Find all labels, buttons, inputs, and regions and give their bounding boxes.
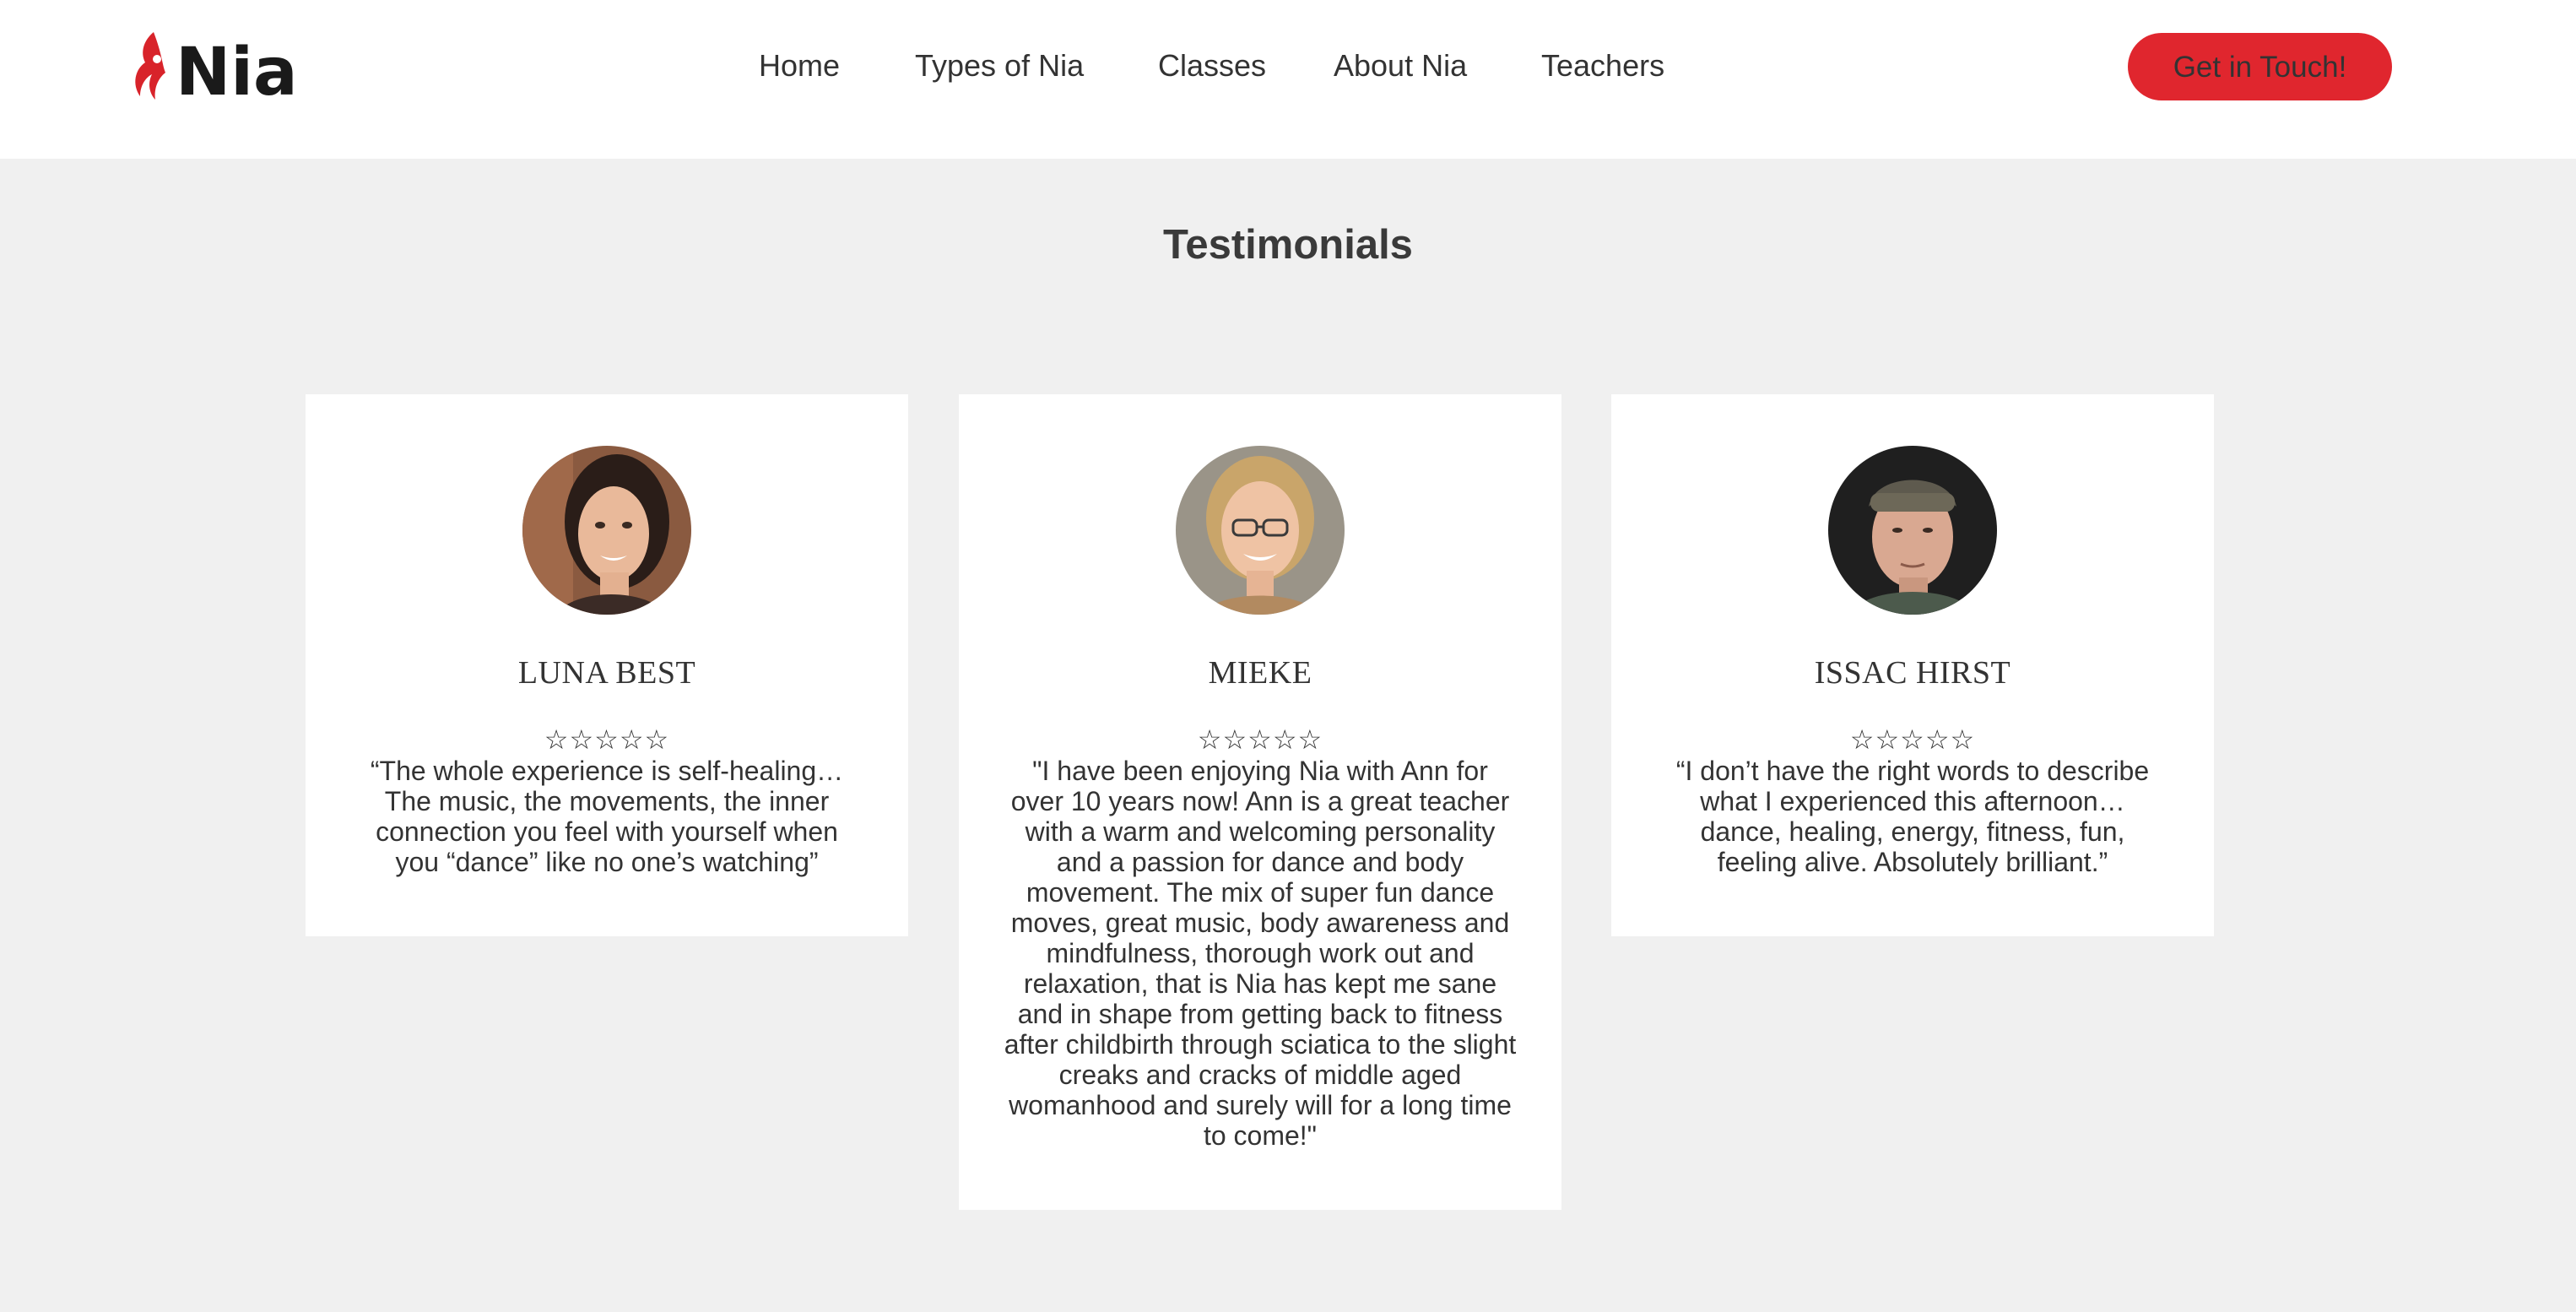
avatar bbox=[522, 446, 691, 615]
woman-with-glasses-portrait-icon bbox=[1176, 446, 1345, 615]
nav-types-of-nia[interactable]: Types of Nia bbox=[915, 46, 1084, 86]
avatar bbox=[1828, 446, 1997, 615]
nav-home[interactable]: Home bbox=[759, 46, 840, 86]
testimonial-quote: “I don’t have the right words to describ… bbox=[1675, 756, 2150, 877]
rating-stars: ☆☆☆☆☆ bbox=[1197, 724, 1323, 756]
testimonial-card: MIEKE ☆☆☆☆☆ "I have been enjoying Nia wi… bbox=[959, 394, 1561, 1210]
testimonial-card: ISSAC HIRST ☆☆☆☆☆ “I don’t have the righ… bbox=[1611, 394, 2214, 936]
rating-stars: ☆☆☆☆☆ bbox=[544, 724, 670, 756]
man-with-cap-portrait-icon bbox=[1828, 446, 1997, 615]
nav-classes[interactable]: Classes bbox=[1158, 46, 1266, 86]
get-in-touch-button[interactable]: Get in Touch! bbox=[2128, 33, 2392, 100]
testimonial-name: MIEKE bbox=[1208, 655, 1312, 691]
testimonial-name: LUNA BEST bbox=[517, 655, 696, 691]
testimonial-name: ISSAC HIRST bbox=[1814, 655, 2011, 691]
testimonials-title: Testimonials bbox=[1163, 222, 1413, 268]
site-header: Nia Home Types of Nia Classes About Nia … bbox=[0, 0, 2576, 159]
avatar bbox=[1176, 446, 1345, 615]
testimonial-quote: "I have been enjoying Nia with Ann for o… bbox=[1004, 756, 1517, 1151]
rating-stars: ☆☆☆☆☆ bbox=[1849, 724, 1976, 756]
nav-teachers[interactable]: Teachers bbox=[1541, 46, 1664, 86]
testimonial-quote: “The whole experience is self-healing… T… bbox=[370, 756, 844, 877]
testimonial-card: LUNA BEST ☆☆☆☆☆ “The whole experience is… bbox=[306, 394, 908, 936]
nav-about-nia[interactable]: About Nia bbox=[1334, 46, 1467, 86]
woman-portrait-icon bbox=[522, 446, 691, 615]
